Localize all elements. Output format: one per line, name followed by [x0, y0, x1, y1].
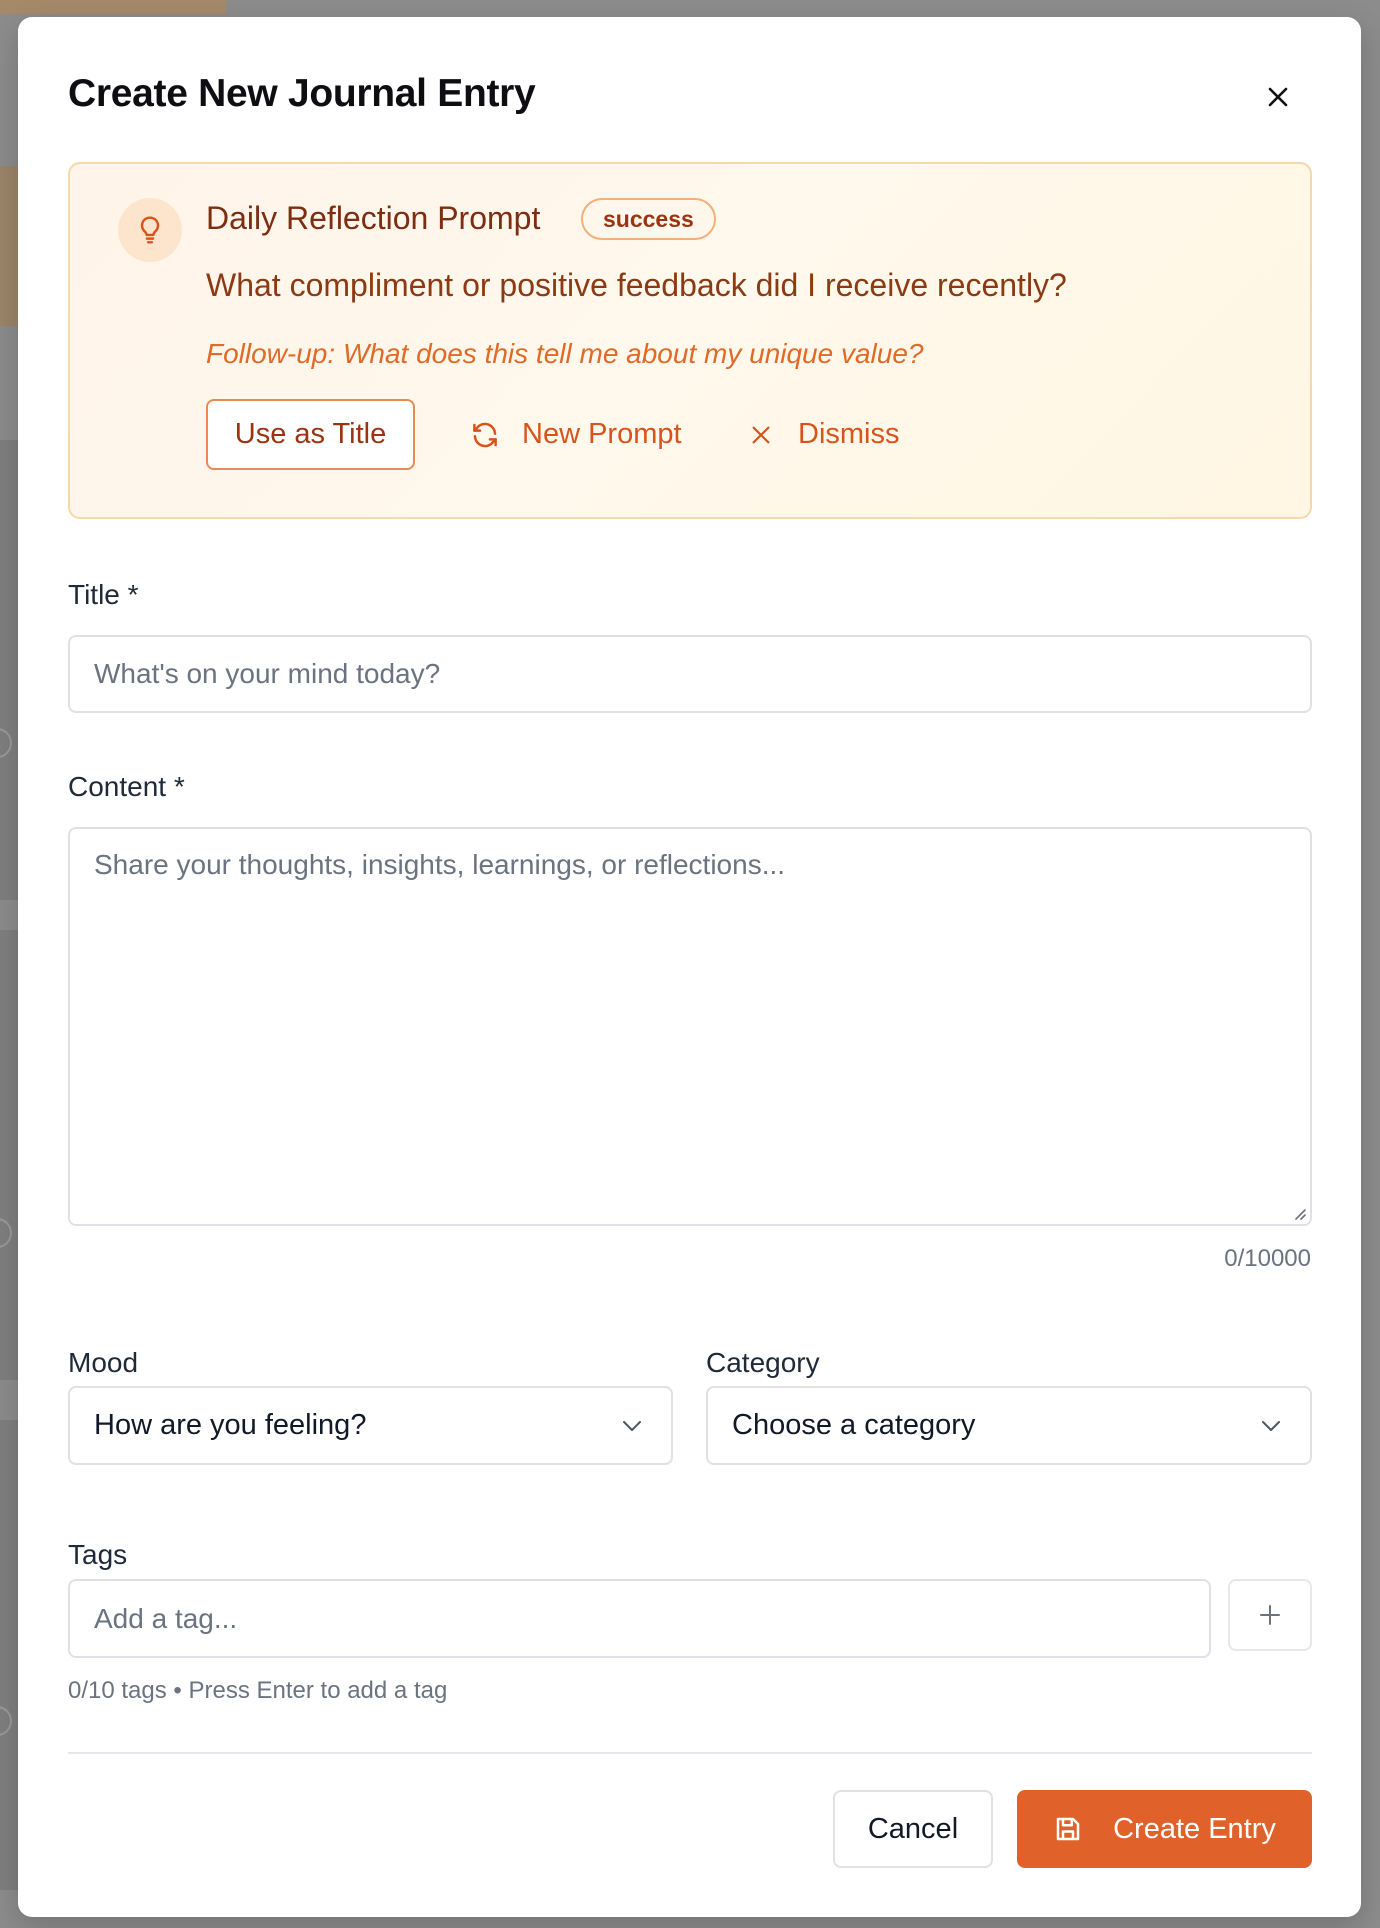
chevron-down-icon [1262, 1420, 1280, 1431]
chevron-down-icon [623, 1420, 641, 1431]
background-header-strip [0, 0, 226, 14]
reflection-prompt-card: Daily Reflection Prompt success What com… [68, 162, 1312, 519]
footer-divider [68, 1752, 1312, 1754]
content-char-counter: 0/10000 [1224, 1245, 1311, 1272]
cancel-button[interactable]: Cancel [833, 1790, 993, 1868]
add-tag-button[interactable] [1228, 1579, 1312, 1651]
tag-input[interactable]: Add a tag... [68, 1579, 1211, 1658]
dismiss-label: Dismiss [798, 418, 900, 450]
use-as-title-button[interactable]: Use as Title [206, 399, 415, 470]
journal-entry-modal: Create New Journal Entry Daily Reflectio… [18, 17, 1361, 1917]
prompt-heading: Daily Reflection Prompt [206, 200, 541, 236]
lightbulb-icon [140, 216, 160, 244]
create-entry-label: Create Entry [1113, 1812, 1276, 1845]
lightbulb-icon-wrapper [118, 198, 182, 262]
resize-grip-icon[interactable] [1290, 1204, 1306, 1220]
save-icon [1056, 1817, 1080, 1841]
title-input[interactable]: What's on your mind today? [68, 635, 1312, 713]
create-entry-button[interactable]: Create Entry [1017, 1790, 1312, 1868]
new-prompt-button[interactable]: New Prompt [456, 399, 696, 470]
background-card [0, 166, 20, 326]
mood-select[interactable]: How are you feeling? [68, 1386, 673, 1465]
close-icon [1268, 87, 1288, 107]
background-card [0, 1420, 20, 1890]
new-prompt-label: New Prompt [522, 418, 682, 450]
background-card [0, 930, 20, 1380]
x-icon [752, 426, 770, 443]
mood-label: Mood [68, 1347, 139, 1378]
prompt-followup: Follow-up: What does this tell me about … [206, 338, 924, 369]
plus-icon [1260, 1605, 1280, 1625]
background-card [0, 440, 20, 900]
dismiss-button[interactable]: Dismiss [736, 399, 914, 470]
content-label: Content * [68, 771, 185, 802]
prompt-question: What compliment or positive feedback did… [206, 267, 1067, 303]
tags-helper-text: 0/10 tags • Press Enter to add a tag [68, 1677, 448, 1704]
content-textarea[interactable]: Share your thoughts, insights, learnings… [68, 827, 1312, 1226]
content-placeholder: Share your thoughts, insights, learnings… [94, 849, 786, 880]
status-badge: success [581, 198, 716, 240]
refresh-icon [473, 422, 497, 447]
category-select[interactable]: Choose a category [706, 1386, 1312, 1465]
tags-label: Tags [68, 1539, 128, 1570]
modal-title: Create New Journal Entry [68, 72, 536, 115]
close-button[interactable] [1260, 79, 1296, 115]
category-select-value: Choose a category [732, 1409, 976, 1441]
category-label: Category [706, 1347, 820, 1378]
mood-select-value: How are you feeling? [94, 1409, 367, 1441]
title-label: Title * [68, 579, 139, 610]
